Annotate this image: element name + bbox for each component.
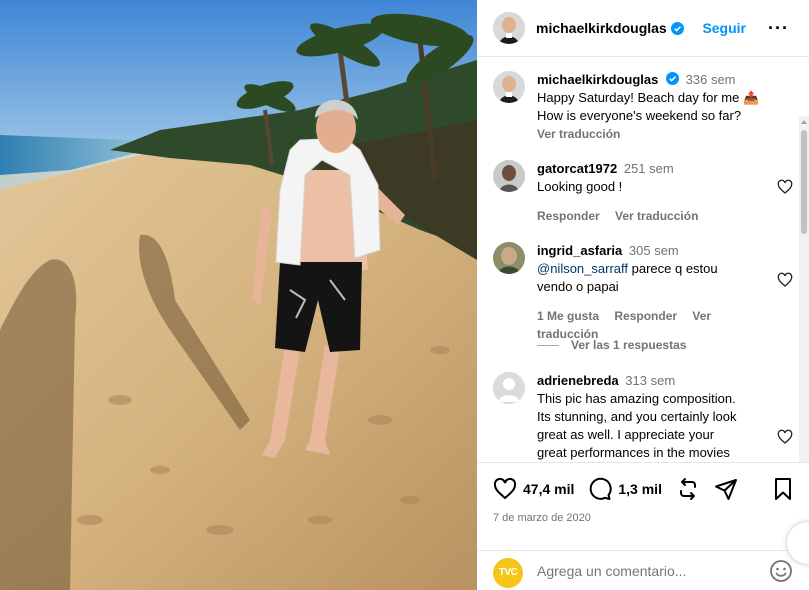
comments-scrollbar[interactable] [799,116,809,462]
comment-username[interactable]: adrienebreda [537,373,619,388]
comment-text: parece q estou [628,261,718,276]
comment-time[interactable]: 305 sem [629,243,679,258]
comment-username[interactable]: ingrid_asfaria [537,243,622,258]
post-photo[interactable] [0,0,477,590]
post-actions: 47,4 mil 1,3 mil 7 de marzo de 2020 [477,462,809,550]
repost-icon[interactable] [676,477,700,501]
view-replies-label[interactable]: Ver las 1 respuestas [571,338,686,352]
comment-item: ingrid_asfaria 305 sem @nilson_sarraff p… [493,242,793,343]
post-header: michaelkirkdouglas Seguir ··· [477,0,809,57]
author-username[interactable]: michaelkirkdouglas [536,20,684,36]
share-button[interactable] [714,477,738,501]
comment-time[interactable]: 313 sem [625,373,675,388]
scroll-up-arrow-icon[interactable] [801,120,807,124]
more-options-button[interactable]: ··· [768,18,789,39]
save-button[interactable] [771,477,795,501]
comment-item: adrienebreda 313 sem This pic has amazin… [493,372,793,462]
comment-icon[interactable] [588,477,612,501]
author-avatar[interactable] [493,12,525,44]
emoji-icon[interactable] [769,559,793,583]
commenter-avatar[interactable] [493,160,525,192]
post-date[interactable]: 7 de marzo de 2020 [477,512,809,524]
comment-text-line2: Its stunning, and you certainly look [537,409,737,424]
verified-badge-icon [670,21,684,35]
comment-text-line2: vendo o papai [537,279,619,294]
caption-username[interactable]: michaelkirkdouglas [537,72,658,87]
like-comment-heart-icon[interactable] [777,272,793,288]
comments-count[interactable]: 1,3 mil [618,481,662,497]
comment-mention[interactable]: @nilson_sarraff [537,261,628,276]
like-comment-heart-icon[interactable] [777,179,793,195]
translate-link[interactable]: Ver traducción [615,209,698,223]
view-replies-button[interactable]: Ver las 1 respuestas [537,338,686,352]
share-icon[interactable] [714,477,738,501]
caption: michaelkirkdouglas 336 sem Happy Saturda… [493,71,793,143]
add-comment-bar: TVC [477,550,809,590]
caption-time[interactable]: 336 sem [686,72,736,87]
comment-button[interactable]: 1,3 mil [588,477,662,501]
repost-button[interactable] [676,477,700,501]
caption-text-line1: Happy Saturday! Beach day for me 📤 [537,90,760,105]
comment-time[interactable]: 251 sem [624,161,674,176]
caption-avatar[interactable] [493,71,525,103]
comment-input[interactable] [537,562,769,579]
comment-likes-count[interactable]: 1 Me gusta [537,309,599,323]
scroll-thumb[interactable] [801,130,807,234]
comment-item: gatorcat1972 251 sem Looking good ! Resp… [493,160,793,225]
reply-button[interactable]: Responder [614,309,677,323]
commenter-avatar-default[interactable] [493,372,525,404]
like-button[interactable]: 47,4 mil [493,477,574,501]
replies-divider [537,344,559,346]
follow-button[interactable]: Seguir [702,20,746,36]
reply-button[interactable]: Responder [537,209,600,223]
bookmark-icon[interactable] [771,477,795,501]
verified-badge-icon [666,72,680,85]
caption-text-line2: How is everyone's weekend so far? [537,108,742,123]
current-user-avatar[interactable]: TVC [493,557,523,588]
like-comment-heart-icon[interactable] [777,429,793,445]
post-side-panel: michaelkirkdouglas Seguir ··· michaelkir… [477,0,809,590]
heart-icon[interactable] [493,477,517,501]
comments-list[interactable]: michaelkirkdouglas 336 sem Happy Saturda… [477,58,809,462]
comment-text: Looking good ! [537,179,623,194]
comment-username[interactable]: gatorcat1972 [537,161,617,176]
author-username-text[interactable]: michaelkirkdouglas [536,20,667,36]
comment-text-line4: great performances in the movies [537,445,730,460]
comment-text-line1: This pic has amazing composition. [537,391,736,406]
caption-translate-link[interactable]: Ver traducción [537,127,620,141]
commenter-avatar[interactable] [493,242,525,274]
comment-text-line3: great as well. I appreciate your [537,427,715,442]
likes-count[interactable]: 47,4 mil [523,481,574,497]
